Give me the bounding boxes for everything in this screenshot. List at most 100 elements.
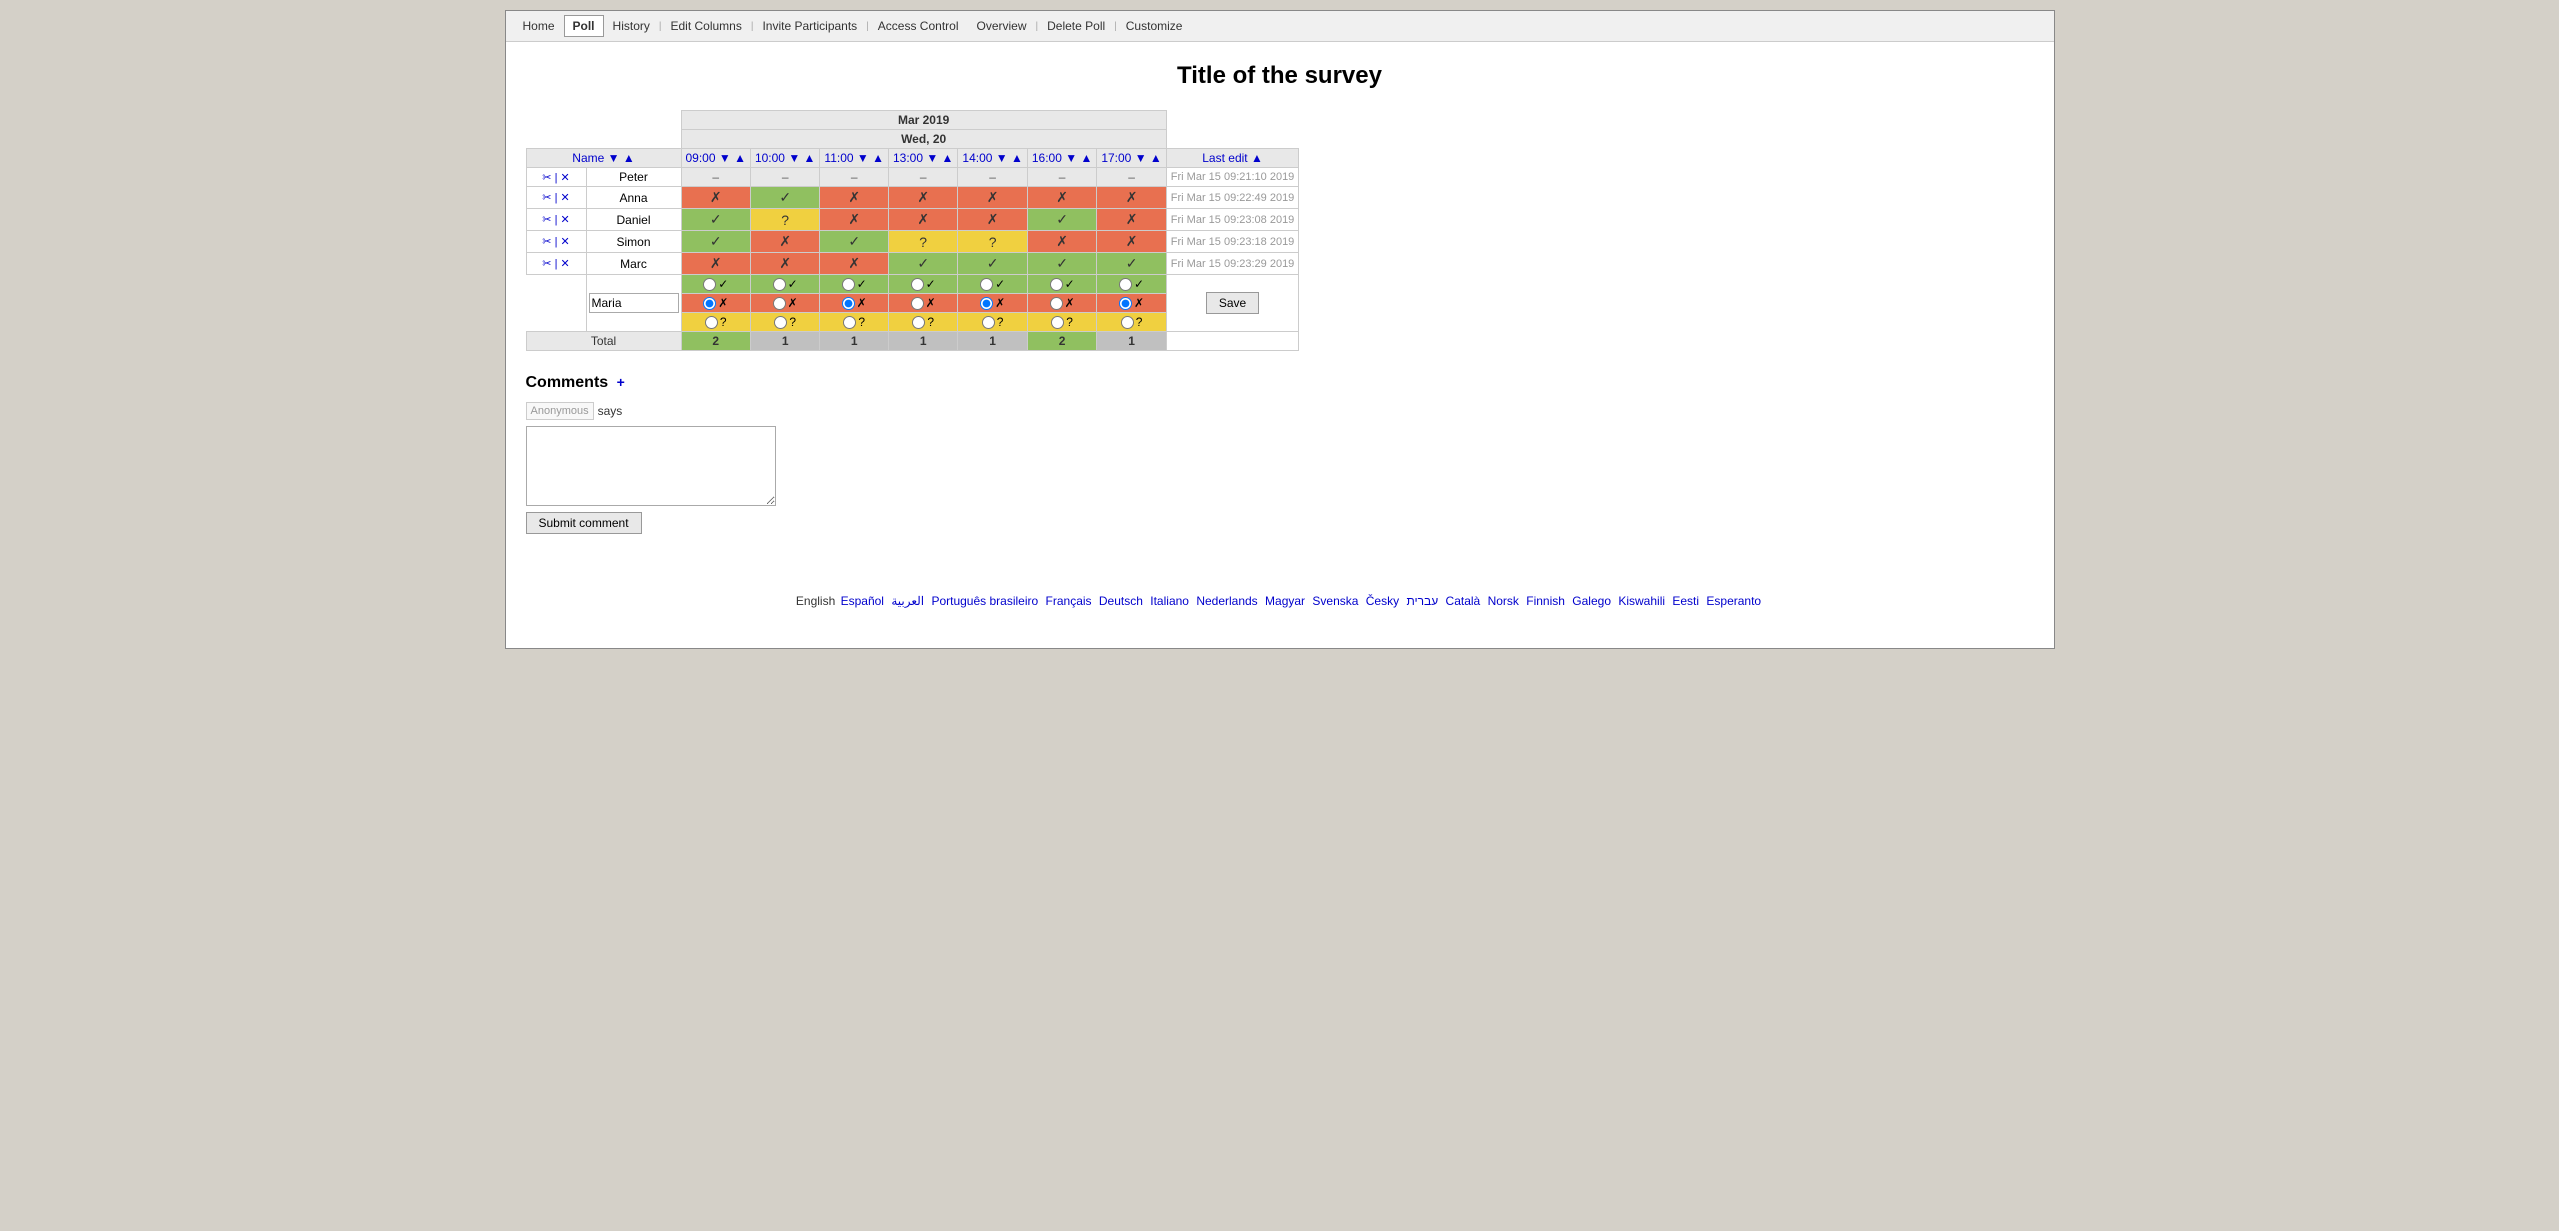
language-english: English — [796, 594, 839, 608]
scissors-icon-simon[interactable]: ✂ — [542, 236, 551, 248]
scissors-icon-peter[interactable]: ✂ — [542, 172, 551, 184]
language-finnish[interactable]: Finnish — [1526, 594, 1565, 608]
language-french[interactable]: Français — [1046, 594, 1092, 608]
time-header-3[interactable]: 13:00 ▼ ▲ — [888, 149, 957, 168]
row-icons-simon: ✂ | ✕ — [526, 231, 586, 253]
table-row: ✂ | ✕ Peter – – – – – – – Fri Mar 15 09:… — [526, 168, 1299, 187]
scissors-icon-anna[interactable]: ✂ — [542, 192, 551, 204]
lastedit-column-header[interactable]: Last edit ▲ — [1166, 149, 1299, 168]
lastedit-simon: Fri Mar 15 09:23:18 2019 — [1166, 231, 1299, 253]
language-german[interactable]: Deutsch — [1099, 594, 1143, 608]
radio-check-cell-1: ✓ — [750, 275, 819, 294]
total-6: 1 — [1097, 332, 1166, 351]
delete-icon-anna[interactable]: ✕ — [560, 192, 569, 204]
anonymous-label: Anonymous — [526, 402, 594, 420]
nav-delete-poll[interactable]: Delete Poll — [1038, 15, 1114, 37]
radio-question-5[interactable] — [1051, 316, 1064, 329]
radio-cross-5[interactable] — [1050, 297, 1063, 310]
radio-cross-2[interactable] — [842, 297, 855, 310]
vote-simon-5: ✗ — [1027, 231, 1096, 253]
comment-textarea[interactable] — [526, 426, 776, 506]
delete-icon-daniel[interactable]: ✕ — [560, 214, 569, 226]
scissors-icon-daniel[interactable]: ✂ — [542, 214, 551, 226]
says-label: says — [598, 404, 623, 418]
language-estonian[interactable]: Eesti — [1672, 594, 1699, 608]
radio-question-2[interactable] — [843, 316, 856, 329]
delete-icon-marc[interactable]: ✕ — [560, 258, 569, 270]
language-swedish[interactable]: Svenska — [1312, 594, 1358, 608]
delete-icon-peter[interactable]: ✕ — [560, 172, 569, 184]
radio-check-5[interactable] — [1050, 278, 1063, 291]
nav-access-control[interactable]: Access Control — [869, 15, 968, 37]
time-header-6[interactable]: 17:00 ▼ ▲ — [1097, 149, 1166, 168]
radio-check-0[interactable] — [703, 278, 716, 291]
vote-anna-1: ✓ — [750, 187, 819, 209]
language-galician[interactable]: Galego — [1572, 594, 1611, 608]
row-icons-daniel: ✂ | ✕ — [526, 209, 586, 231]
lastedit-peter: Fri Mar 15 09:21:10 2019 — [1166, 168, 1299, 187]
vote-daniel-5: ✓ — [1027, 209, 1096, 231]
comments-title: Comments + — [526, 374, 2034, 392]
language-norwegian[interactable]: Norsk — [1488, 594, 1519, 608]
language-arabic[interactable]: العربية — [891, 594, 924, 608]
time-header-1[interactable]: 10:00 ▼ ▲ — [750, 149, 819, 168]
time-header-0[interactable]: 09:00 ▼ ▲ — [681, 149, 750, 168]
total-row: Total 2 1 1 1 1 2 1 — [526, 332, 1299, 351]
radio-question-0[interactable] — [705, 316, 718, 329]
language-italian[interactable]: Italiano — [1150, 594, 1189, 608]
language-dutch[interactable]: Nederlands — [1196, 594, 1257, 608]
add-comment-icon[interactable]: + — [617, 374, 625, 390]
radio-check-4[interactable] — [980, 278, 993, 291]
radio-cross-1[interactable] — [773, 297, 786, 310]
nav-invite-participants[interactable]: Invite Participants — [753, 15, 866, 37]
radio-cross-3[interactable] — [911, 297, 924, 310]
language-czech[interactable]: Česky — [1366, 594, 1399, 608]
name-column-header[interactable]: Name ▼ ▲ — [526, 149, 681, 168]
nav-customize[interactable]: Customize — [1117, 15, 1192, 37]
page-content: Title of the survey Mar 2019 Wed, 20 — [506, 42, 2054, 648]
radio-question-1[interactable] — [774, 316, 787, 329]
radio-question-6[interactable] — [1121, 316, 1134, 329]
comment-author-line: Anonymous says — [526, 402, 2034, 420]
radio-check-cell-0: ✓ — [681, 275, 750, 294]
time-header-5[interactable]: 16:00 ▼ ▲ — [1027, 149, 1096, 168]
radio-check-6[interactable] — [1119, 278, 1132, 291]
total-1: 1 — [750, 332, 819, 351]
save-button[interactable]: Save — [1206, 292, 1259, 314]
language-catalan[interactable]: Català — [1446, 594, 1481, 608]
radio-check-1[interactable] — [773, 278, 786, 291]
total-label: Total — [526, 332, 681, 351]
delete-icon-simon[interactable]: ✕ — [560, 236, 569, 248]
language-portuguese[interactable]: Português brasileiro — [931, 594, 1038, 608]
row-icons-peter: ✂ | ✕ — [526, 168, 586, 187]
language-kiswahili[interactable]: Kiswahili — [1618, 594, 1665, 608]
nav-overview[interactable]: Overview — [968, 15, 1036, 37]
submit-comment-button[interactable]: Submit comment — [526, 512, 642, 534]
language-esperanto[interactable]: Esperanto — [1706, 594, 1761, 608]
nav-history[interactable]: History — [604, 15, 659, 37]
lastedit-marc: Fri Mar 15 09:23:29 2019 — [1166, 253, 1299, 275]
time-header-4[interactable]: 14:00 ▼ ▲ — [958, 149, 1027, 168]
language-espanol[interactable]: Español — [841, 594, 884, 608]
radio-question-cell-3: ? — [888, 313, 957, 332]
radio-question-4[interactable] — [982, 316, 995, 329]
radio-cross-cell-6: ✗ — [1097, 294, 1166, 313]
radio-cross-0[interactable] — [703, 297, 716, 310]
vote-marc-3: ✓ — [888, 253, 957, 275]
radio-check-3[interactable] — [911, 278, 924, 291]
radio-cross-4[interactable] — [980, 297, 993, 310]
radio-check-2[interactable] — [842, 278, 855, 291]
nav-edit-columns[interactable]: Edit Columns — [661, 15, 750, 37]
radio-question-3[interactable] — [912, 316, 925, 329]
language-hebrew[interactable]: עברית — [1406, 594, 1438, 608]
new-participant-name-input[interactable] — [589, 293, 679, 313]
nav-home[interactable]: Home — [514, 15, 564, 37]
radio-cross-6[interactable] — [1119, 297, 1132, 310]
vote-anna-3: ✗ — [888, 187, 957, 209]
participant-name-peter: Peter — [586, 168, 681, 187]
time-header-2[interactable]: 11:00 ▼ ▲ — [820, 149, 889, 168]
scissors-icon-marc[interactable]: ✂ — [542, 258, 551, 270]
row-icons-anna: ✂ | ✕ — [526, 187, 586, 209]
language-magyar[interactable]: Magyar — [1265, 594, 1305, 608]
nav-poll[interactable]: Poll — [564, 15, 604, 37]
